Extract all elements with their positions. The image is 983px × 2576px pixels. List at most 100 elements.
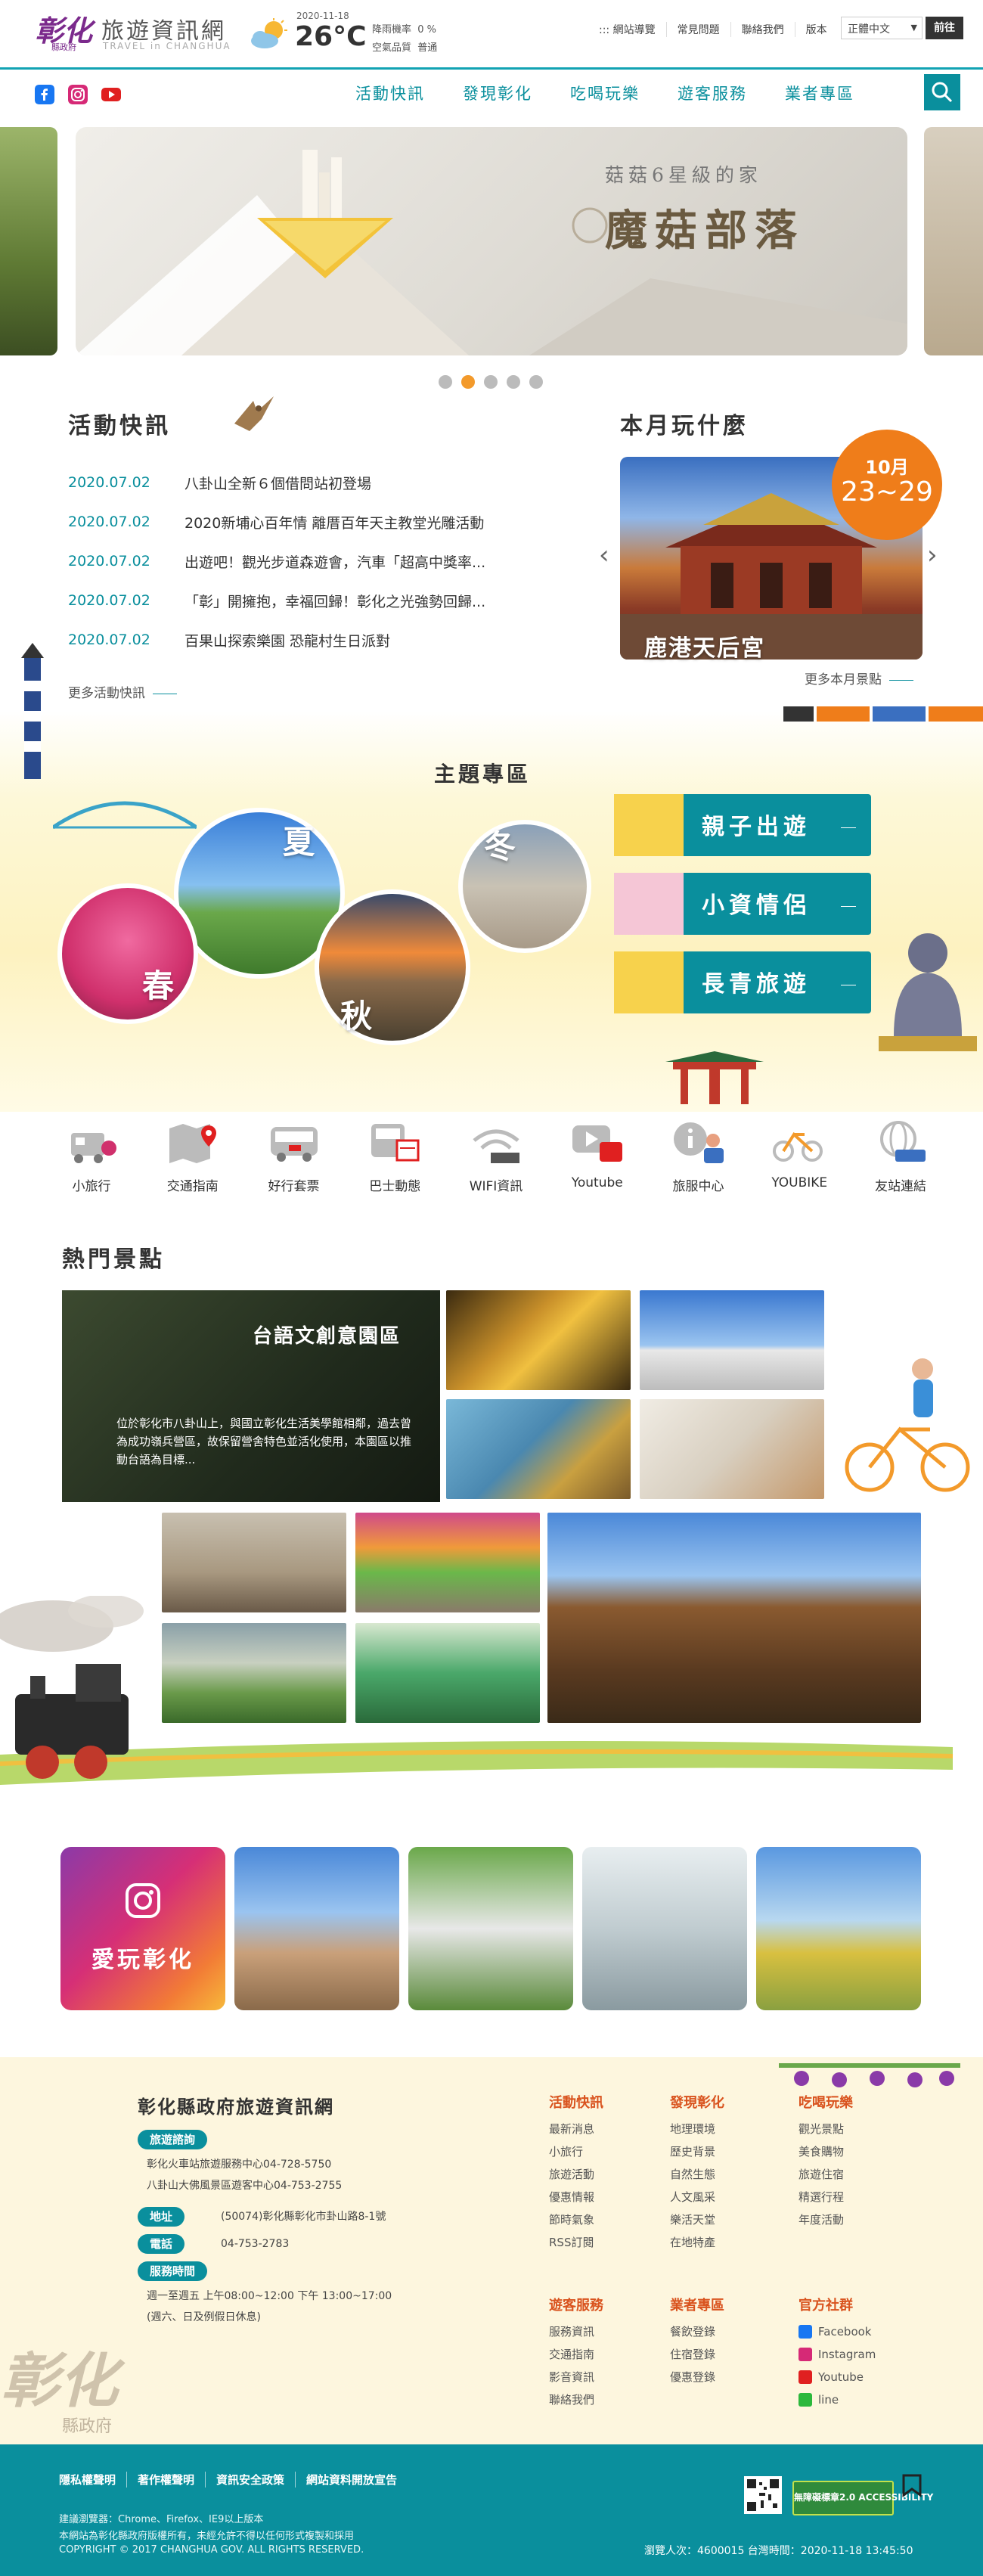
quick-link-youtube[interactable]: Youtube	[556, 1118, 639, 1194]
footer-social-youtube[interactable]: Youtube	[798, 2366, 912, 2388]
news-item[interactable]: 2020.07.02 「彰」開擁抱，幸福回歸！彰化之光強勢回歸...	[68, 581, 575, 620]
chevron-right-icon[interactable]: ›	[927, 540, 938, 570]
quick-link-traffic[interactable]: 交通指南	[151, 1118, 234, 1194]
footer-col-heading[interactable]: 發現彰化	[670, 2092, 783, 2112]
footer-link[interactable]: 樂活天堂	[670, 2208, 783, 2231]
footer-link[interactable]: 歷史背景	[670, 2140, 783, 2163]
footer-col-heading[interactable]: 活動快訊	[549, 2092, 662, 2112]
nav-item-events[interactable]: 活動快訊	[355, 82, 425, 104]
more-month-link[interactable]: 更多本月景點	[805, 669, 913, 687]
security-policy-link[interactable]: 資訊安全政策	[216, 2472, 296, 2488]
footer-link[interactable]: 節時氣象	[549, 2208, 662, 2231]
news-item[interactable]: 2020.07.02 八卦山全新６個借問站初登場	[68, 463, 575, 502]
theme-senior-button[interactable]: 長青旅遊	[614, 951, 871, 1013]
season-spring-circle[interactable]	[57, 883, 198, 1024]
footer-link[interactable]: 旅遊活動	[549, 2163, 662, 2186]
youtube-icon[interactable]	[101, 85, 121, 104]
nav-item-food-fun[interactable]: 吃喝玩樂	[570, 82, 640, 104]
site-logo[interactable]: 彰化 縣政府	[29, 8, 97, 53]
footer-link[interactable]: 精選行程	[798, 2186, 912, 2208]
news-item[interactable]: 2020.07.02 2020新埔心百年情 離厝百年天主教堂光雕活動	[68, 502, 575, 542]
footer-link[interactable]: 自然生態	[670, 2163, 783, 2186]
carousel-dot[interactable]	[529, 375, 543, 389]
copyright-link[interactable]: 著作權聲明	[138, 2472, 206, 2488]
go-button[interactable]: 前往	[926, 17, 963, 39]
carousel-dot-active[interactable]	[461, 375, 475, 389]
footer-link[interactable]: 最新消息	[549, 2118, 662, 2140]
instagram-post[interactable]	[408, 1847, 573, 2010]
more-news-link[interactable]: 更多活動快訊	[68, 682, 177, 701]
hot-spot-tile[interactable]	[446, 1399, 631, 1499]
quick-link-small-trip[interactable]: 小旅行	[50, 1118, 133, 1194]
hot-spot-tile[interactable]	[640, 1290, 824, 1390]
nav-item-business[interactable]: 業者專區	[785, 82, 854, 104]
instagram-post[interactable]	[234, 1847, 399, 2010]
nav-items: 活動快訊 發現彰化 吃喝玩樂 遊客服務 業者專區	[355, 82, 854, 104]
contact-link[interactable]: 聯絡我們	[731, 22, 795, 37]
quick-link-friends[interactable]: 友站連結	[859, 1118, 942, 1194]
sitemap-link[interactable]: ::: 網站導覽	[588, 22, 667, 37]
footer-link[interactable]: 交通指南	[549, 2343, 662, 2366]
footer-link[interactable]: 聯絡我們	[549, 2388, 662, 2411]
footer-link[interactable]: 年度活動	[798, 2208, 912, 2231]
season-autumn-circle[interactable]	[315, 889, 470, 1045]
footer-link[interactable]: 服務資訊	[549, 2320, 662, 2343]
footer-social-line[interactable]: line	[798, 2388, 912, 2411]
news-item[interactable]: 2020.07.02 百果山探索樂園 恐龍村生日派對	[68, 620, 575, 660]
footer-link[interactable]: 小旅行	[549, 2140, 662, 2163]
footer-link[interactable]: 影音資訊	[549, 2366, 662, 2388]
footer-col-discover: 發現彰化 地理環境 歷史背景 自然生態 人文風采 樂活天堂 在地特產	[670, 2092, 783, 2254]
footer-col-heading[interactable]: 業者專區	[670, 2295, 783, 2314]
quick-link-pass[interactable]: 好行套票	[253, 1118, 336, 1194]
nav-item-visitor-service[interactable]: 遊客服務	[678, 82, 747, 104]
open-data-link[interactable]: 網站資料開放宣告	[306, 2472, 408, 2488]
footer-link[interactable]: 美食購物	[798, 2140, 912, 2163]
footer-link[interactable]: 住宿登錄	[670, 2343, 783, 2366]
footer-link[interactable]: 旅遊住宿	[798, 2163, 912, 2186]
footer-social-instagram[interactable]: Instagram	[798, 2343, 912, 2366]
footer-link[interactable]: 優惠情報	[549, 2186, 662, 2208]
carousel-dot[interactable]	[507, 375, 520, 389]
theme-family-button[interactable]: 親子出遊	[614, 794, 871, 856]
carousel-dot[interactable]	[439, 375, 452, 389]
hot-spot-tile[interactable]	[446, 1290, 631, 1390]
season-winter-circle[interactable]	[458, 820, 591, 953]
instagram-post[interactable]	[582, 1847, 747, 2010]
quick-link-bus-status[interactable]: 巴士動態	[353, 1118, 436, 1194]
carousel-dot[interactable]	[484, 375, 498, 389]
footer-link[interactable]: 地理環境	[670, 2118, 783, 2140]
footer-link[interactable]: 餐飲登錄	[670, 2320, 783, 2343]
footer-link[interactable]: RSS訂閱	[549, 2231, 662, 2254]
facebook-icon[interactable]	[35, 85, 54, 104]
instagram-feature[interactable]	[60, 1847, 225, 2010]
nav-item-discover[interactable]: 發現彰化	[463, 82, 532, 104]
quick-link-info-center[interactable]: 旅服中心	[657, 1118, 740, 1194]
instagram-post[interactable]	[756, 1847, 921, 2010]
news-item[interactable]: 2020.07.02 出遊吧！觀光步道森遊會，汽車「超高中獎率...	[68, 542, 575, 581]
footer-col-heading[interactable]: 吃喝玩樂	[798, 2092, 912, 2112]
privacy-link[interactable]: 隱私權聲明	[59, 2472, 128, 2488]
quick-link-youbike[interactable]: YOUBIKE	[758, 1118, 841, 1194]
search-button[interactable]	[924, 74, 960, 110]
hot-spot-tile[interactable]	[640, 1399, 824, 1499]
hero-prev-slide[interactable]	[0, 127, 57, 355]
hero-slide[interactable]: 菇菇6星級的家 魔菇部落	[76, 127, 907, 355]
link-icon	[880, 1121, 926, 1162]
footer-link[interactable]: 人文風采	[670, 2186, 783, 2208]
instagram-icon[interactable]	[68, 85, 88, 104]
news-list: 2020.07.02 八卦山全新６個借問站初登場 2020.07.02 2020新埔…	[68, 463, 575, 660]
footer-link[interactable]: 觀光景點	[798, 2118, 912, 2140]
footer-col-heading[interactable]: 遊客服務	[549, 2295, 662, 2314]
chevron-left-icon[interactable]: ‹	[599, 540, 609, 570]
faq-link[interactable]: 常見問題	[667, 22, 731, 37]
hero-next-slide[interactable]	[924, 127, 983, 355]
theme-couple-button[interactable]: 小資情侶	[614, 873, 871, 935]
accessibility-badge[interactable]: 無障礙標章2.0 ACCESSIBILITY	[792, 2481, 933, 2515]
quick-link-wifi[interactable]: WIFI資訊	[454, 1118, 538, 1194]
qr-code-icon[interactable]	[744, 2476, 782, 2514]
bookmark-icon[interactable]	[901, 2473, 923, 2497]
footer-link[interactable]: 優惠登錄	[670, 2366, 783, 2388]
language-select[interactable]: 正體中文 ▼	[841, 17, 923, 39]
footer-social-facebook[interactable]: Facebook	[798, 2320, 912, 2343]
footer-link[interactable]: 在地特產	[670, 2231, 783, 2254]
